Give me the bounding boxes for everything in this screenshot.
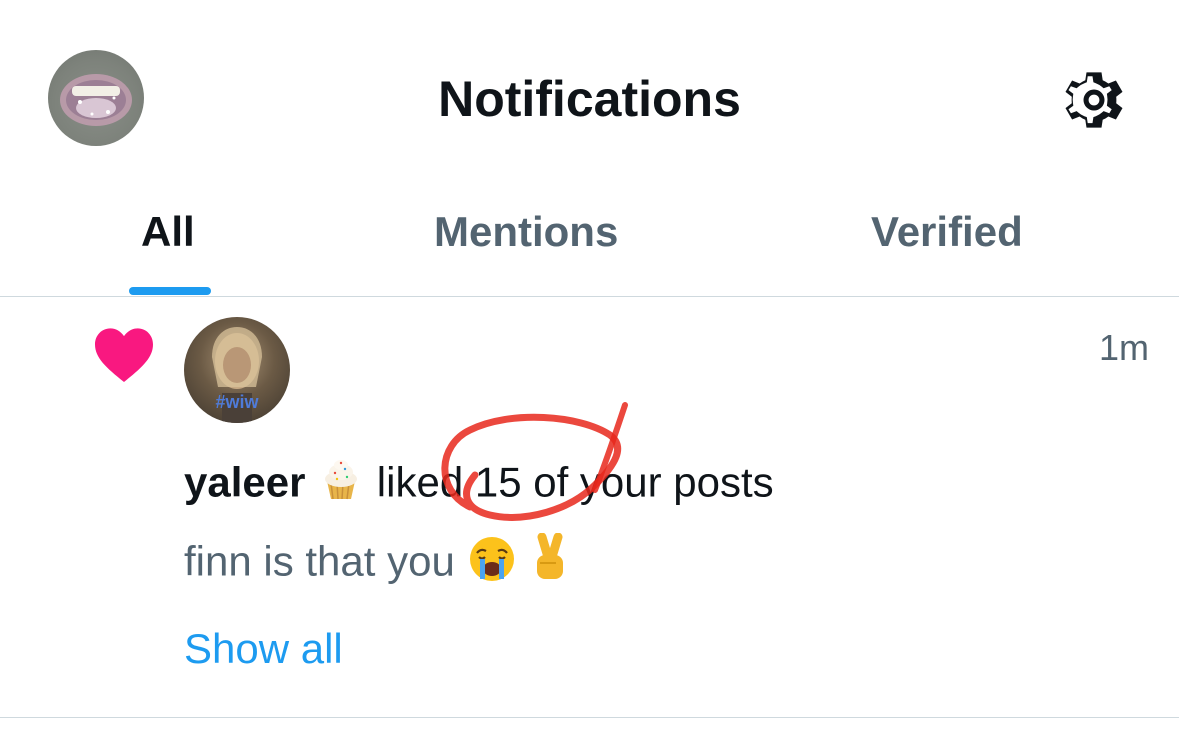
tab-bar: All Mentions Verified — [0, 180, 1179, 297]
tab-all[interactable]: All — [141, 206, 195, 258]
tab-mentions[interactable]: Mentions — [434, 206, 618, 258]
crying-face-icon — [467, 533, 517, 596]
post-text: finn is that you — [184, 537, 455, 585]
settings-button[interactable] — [1058, 64, 1130, 136]
victory-hand-icon — [528, 532, 572, 596]
notification-item[interactable]: #wiw 1m yaleer liked 15 of your posts fi… — [0, 297, 1179, 718]
header: Notifications — [0, 0, 1179, 180]
timestamp: 1m — [1098, 327, 1149, 368]
tab-verified[interactable]: Verified — [871, 206, 1023, 258]
cupcake-icon — [317, 455, 365, 516]
user-avatar[interactable]: #wiw — [184, 317, 290, 423]
notification-text: yaleer liked 15 of your posts — [184, 455, 774, 516]
action-text: liked 15 of your posts — [376, 458, 774, 506]
heart-icon — [92, 325, 156, 383]
avatar-tag: #wiw — [215, 392, 259, 412]
page-title: Notifications — [438, 71, 741, 127]
username[interactable]: yaleer — [184, 459, 305, 506]
gear-icon — [1065, 72, 1123, 128]
show-all-link[interactable]: Show all — [184, 622, 343, 676]
active-tab-indicator — [129, 287, 211, 295]
post-preview[interactable]: finn is that you — [184, 532, 572, 596]
